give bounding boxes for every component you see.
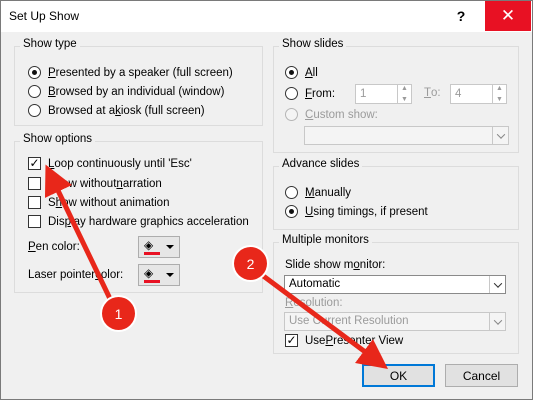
annotation-badge-1: 1	[102, 297, 135, 330]
annotation-badge-2: 2	[234, 247, 267, 280]
annotation-arrows	[44, 164, 389, 369]
arrow-to-ok-button	[256, 269, 389, 369]
arrow-to-loop-checkbox	[44, 164, 116, 307]
